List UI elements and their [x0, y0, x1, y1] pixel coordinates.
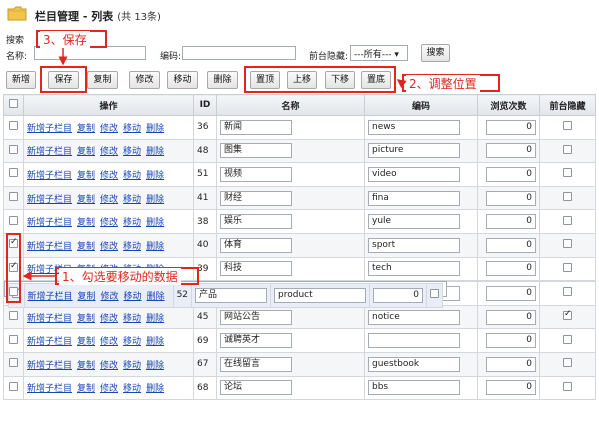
annotation-arrows: [22, 48, 407, 281]
